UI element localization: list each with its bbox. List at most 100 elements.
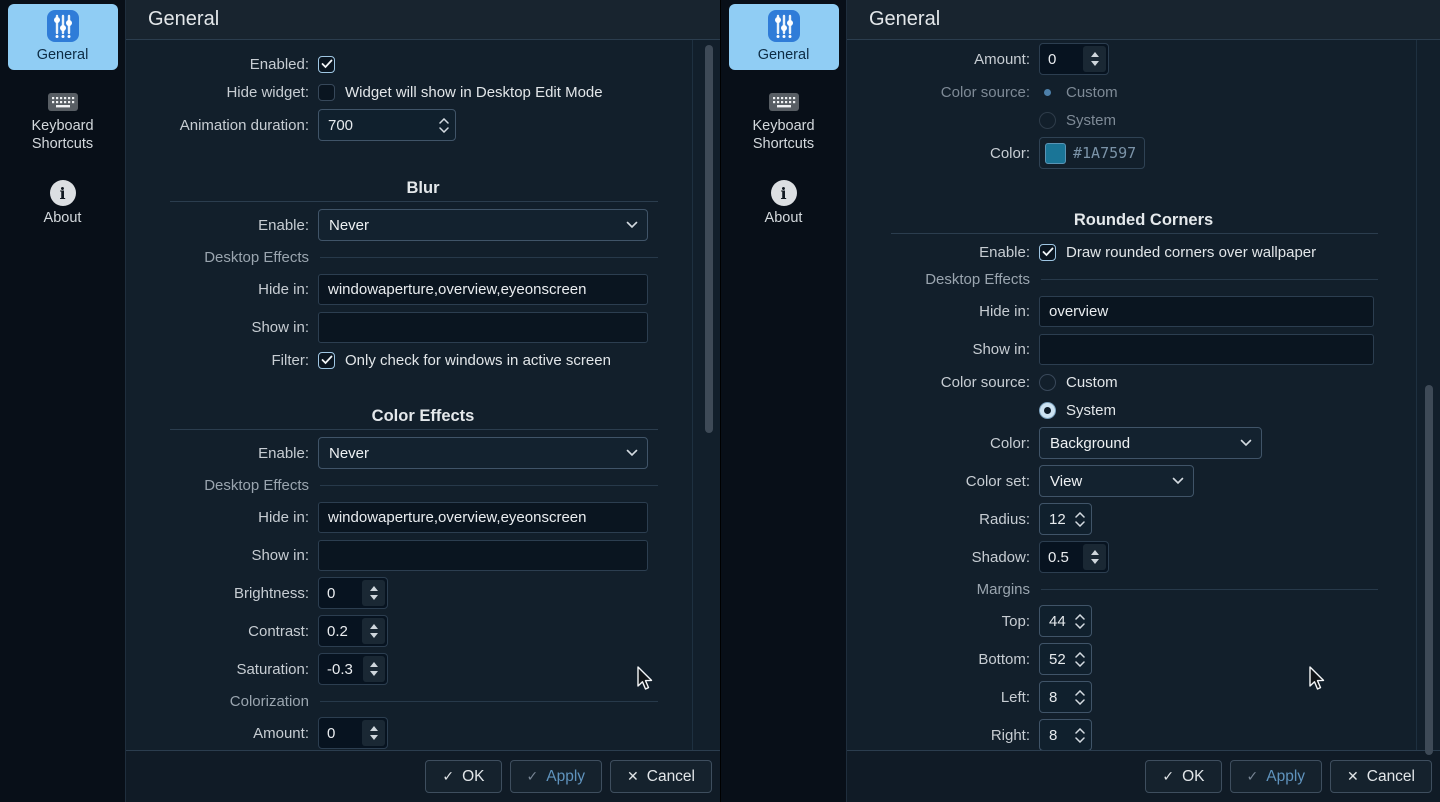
enabled-label: Enabled:: [249, 55, 309, 73]
amount-label: Amount:: [974, 50, 1030, 68]
rc-enable-checkbox[interactable]: [1039, 243, 1056, 261]
scrollbar-thumb[interactable]: [705, 45, 713, 433]
apply-button[interactable]: ✓ Apply: [509, 760, 603, 793]
hide-widget-label: Hide widget:: [226, 83, 309, 101]
saturation-spinbox[interactable]: -0.3: [318, 653, 388, 685]
margin-bottom-label: Bottom:: [978, 650, 1030, 668]
rc-enable-text: Draw rounded corners over wallpaper: [1066, 243, 1317, 261]
rc-system-radio-label: System: [1066, 401, 1117, 419]
ce-enable-dropdown[interactable]: Never: [318, 437, 648, 469]
chevron-down-icon: [1240, 439, 1252, 447]
ok-button[interactable]: ✓ OK: [1145, 760, 1222, 793]
ce-desktop-effects-label: Desktop Effects: [204, 476, 309, 494]
sidebar-item-about[interactable]: i About: [729, 173, 839, 233]
blur-hide-in-input[interactable]: [318, 273, 648, 305]
chevron-down-icon: [1172, 477, 1184, 485]
spin-down-icon: [439, 126, 449, 133]
ce-show-in-input[interactable]: [318, 539, 648, 571]
ok-button-label: OK: [462, 767, 485, 785]
check-icon: ✓: [526, 768, 539, 784]
brightness-spinbox[interactable]: 0: [318, 577, 388, 609]
section-divider: [170, 201, 658, 202]
color-picker-button[interactable]: #1A7597: [1039, 137, 1146, 169]
sidebar-item-label: General: [36, 47, 89, 63]
margin-right-spinbox[interactable]: 8: [1039, 719, 1092, 750]
scrollbar-thumb[interactable]: [1425, 385, 1433, 755]
spin-down-icon: [1075, 622, 1085, 629]
hide-widget-checkbox[interactable]: [318, 83, 335, 101]
section-divider: [170, 429, 658, 430]
ce-enable-label: Enable:: [258, 444, 309, 462]
margin-top-spinbox[interactable]: 44: [1039, 605, 1092, 637]
ce-enable-value: Never: [329, 444, 370, 462]
sidebar-item-keyboard-shortcuts[interactable]: Keyboard Shortcuts: [729, 82, 839, 159]
ce-amount-spinbox[interactable]: 0: [318, 717, 388, 749]
close-icon: ✕: [627, 768, 639, 784]
ok-button[interactable]: ✓ OK: [425, 760, 502, 793]
page-header: General: [126, 0, 720, 40]
margin-top-value: 44: [1049, 612, 1066, 630]
colorization-label: Colorization: [229, 692, 309, 710]
sidebar-item-general[interactable]: General: [7, 4, 118, 71]
section-divider: [891, 233, 1378, 234]
blur-enable-label: Enable:: [258, 216, 309, 234]
shadow-value: 0.5: [1048, 548, 1069, 566]
sidebar-item-general[interactable]: General: [728, 4, 839, 71]
rc-show-in-input[interactable]: [1039, 333, 1374, 365]
check-icon: ✓: [1162, 768, 1175, 784]
rc-custom-radio[interactable]: [1039, 373, 1056, 391]
rc-hide-in-input[interactable]: [1039, 295, 1374, 327]
enabled-checkbox[interactable]: [318, 55, 335, 73]
keyboard-icon: [768, 93, 799, 112]
amount-spinbox[interactable]: 0: [1039, 43, 1109, 75]
animation-duration-spinbox[interactable]: 700: [318, 109, 456, 141]
sidebar-item-about[interactable]: i About: [8, 173, 118, 233]
sidebar-item-keyboard-shortcuts[interactable]: Keyboard Shortcuts: [8, 82, 118, 159]
info-icon: i: [770, 180, 797, 207]
spin-down-icon: [1090, 559, 1099, 564]
chevron-down-icon: [626, 449, 638, 457]
cancel-button[interactable]: ✕ Cancel: [1330, 760, 1432, 793]
sidebar: General Keyboard Shortcuts i About: [0, 0, 126, 802]
scroll-frame-border: [1416, 40, 1417, 750]
sliders-app-icon: [767, 10, 800, 42]
shadow-label: Shadow:: [971, 548, 1030, 566]
margin-left-value: 8: [1049, 688, 1058, 706]
rc-color-set-dropdown[interactable]: View: [1039, 465, 1194, 497]
margin-left-spinbox[interactable]: 8: [1039, 681, 1092, 713]
separator-line: [1041, 278, 1378, 280]
apply-button[interactable]: ✓ Apply: [1229, 760, 1323, 793]
shadow-spinbox[interactable]: 0.5: [1039, 541, 1109, 573]
rc-color-value: Background: [1050, 434, 1131, 452]
brightness-value: 0: [327, 584, 336, 602]
cancel-button[interactable]: ✕ Cancel: [610, 760, 712, 793]
ce-hide-in-label: Hide in:: [258, 508, 309, 526]
spin-up-icon: [369, 586, 378, 591]
saturation-value: -0.3: [327, 660, 353, 678]
spin-up-icon: [369, 624, 378, 629]
contrast-value: 0.2: [327, 622, 348, 640]
rc-custom-radio-label: Custom: [1066, 373, 1118, 391]
margin-bottom-value: 52: [1049, 650, 1066, 668]
rc-system-radio[interactable]: [1039, 401, 1056, 419]
margin-top-label: Top:: [1001, 612, 1030, 630]
cancel-button-label: Cancel: [646, 767, 695, 785]
ce-hide-in-input[interactable]: [318, 501, 648, 533]
rc-hide-in-label: Hide in:: [979, 302, 1030, 320]
custom-radio[interactable]: [1039, 84, 1056, 101]
system-radio[interactable]: [1039, 111, 1056, 129]
spin-up-icon: [369, 726, 378, 731]
radius-spinbox[interactable]: 12: [1039, 503, 1092, 535]
margin-bottom-spinbox[interactable]: 52: [1039, 643, 1092, 675]
rc-color-dropdown[interactable]: Background: [1039, 427, 1262, 459]
apply-button-label: Apply: [546, 767, 586, 785]
blur-filter-checkbox[interactable]: [318, 351, 335, 369]
system-radio-label: System: [1066, 111, 1117, 129]
blur-enable-dropdown[interactable]: Never: [318, 209, 648, 241]
spin-up-icon: [369, 662, 378, 667]
blur-desktop-effects-label: Desktop Effects: [204, 248, 309, 266]
spin-up-icon: [1075, 511, 1085, 518]
blur-show-in-input[interactable]: [318, 311, 648, 343]
contrast-spinbox[interactable]: 0.2: [318, 615, 388, 647]
rc-show-in-label: Show in:: [972, 340, 1030, 358]
